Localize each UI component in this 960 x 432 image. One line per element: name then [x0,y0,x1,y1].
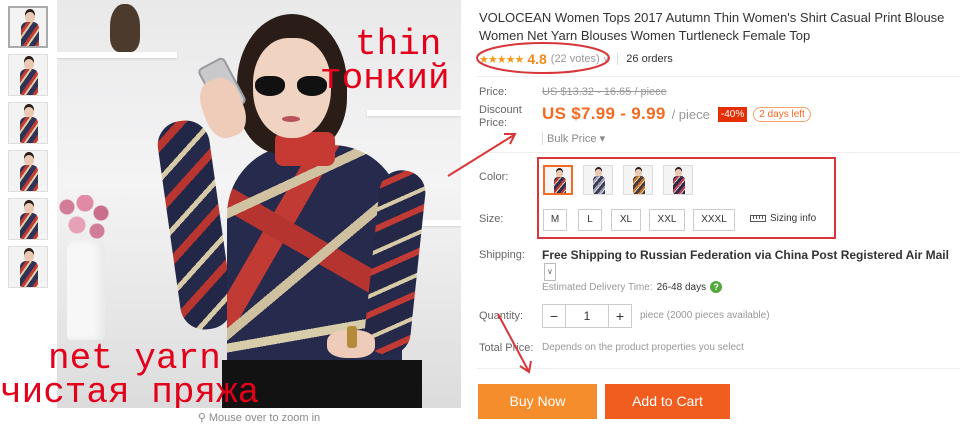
decor-flowers [57,195,115,245]
shipping-text: Free Shipping to Russian Federation via … [542,248,949,262]
buy-now-button[interactable]: Buy Now [478,384,597,419]
estimated-delivery: Estimated Delivery Time: 26-48 days? [542,281,723,293]
size-option-m[interactable]: M [543,209,567,231]
quantity-stepper: − 1 + [542,304,632,328]
swatch-image [554,177,566,193]
product-detail-panel: VOLOCEAN Women Tops 2017 Autumn Thin Wom… [477,0,960,432]
overlay-thin-ru: тонкий [320,58,450,99]
model-lips [282,116,300,122]
decor-bird [110,4,140,52]
sizing-info-link[interactable]: Sizing info [750,213,816,224]
rating-row: ★★★★★ 4.8 (22 votes) ∨ 26 orders [479,50,673,68]
zoom-hint-text: Mouse over to zoom in [208,412,321,424]
thumbnail[interactable] [8,198,48,240]
shipping-label: Shipping: [479,249,525,261]
thumbnail[interactable] [8,102,48,144]
bulk-price-label: Bulk Price [547,133,597,145]
price-label: Price: [479,86,508,98]
size-option-xxl[interactable]: XXL [649,209,685,231]
color-swatch-3[interactable] [623,165,653,195]
votes-link[interactable]: (22 votes) [551,53,600,65]
overlay-yarn-ru: чистая пряжа [0,372,260,413]
color-swatch-2[interactable] [583,165,613,195]
divider [617,53,619,65]
discount-label-line2: Price: [479,117,508,129]
thumbnail-image [20,165,38,191]
watch [347,326,357,348]
star-rating-icon: ★★★★★ [479,53,524,66]
increment-button[interactable]: + [609,305,631,327]
discount-price-row: US $7.99 - 9.99 / piece -40% 2 days left [542,104,811,124]
thumbnail-strip [8,6,52,294]
swatch-image [673,176,685,194]
discount-badge: -40% [717,106,748,122]
discount-label: Discount Price: [479,104,522,130]
shipping-info: Free Shipping to Russian Federation via … [542,247,952,281]
caret-down-icon: ▾ [599,133,606,145]
size-option-l[interactable]: L [578,209,602,231]
orders-count: 26 orders [626,53,673,65]
delivery-time: 26-48 days [656,282,707,293]
original-price: US $13.32 - 16.65 / piece [542,86,667,98]
shelf [367,110,461,116]
color-swatch-1[interactable] [543,165,573,195]
magnifier-icon: ⚲ [197,412,206,424]
size-label: Size: [479,213,504,225]
model-arm [154,117,236,333]
thumbnail[interactable] [8,150,48,192]
chevron-down-icon[interactable]: ∨ [544,263,556,281]
quantity-input[interactable]: 1 [565,305,609,327]
total-price-label: Total Price: [479,342,534,354]
rating-value: 4.8 [527,51,547,67]
quantity-label: Quantity: [479,310,524,322]
chevron-down-icon[interactable]: ∨ [603,54,610,65]
thumbnail-image [21,22,39,46]
thumbnail-image [20,69,38,95]
color-label: Color: [479,171,509,183]
size-option-xxxl[interactable]: XXXL [693,209,735,231]
bulk-price-dropdown[interactable]: Bulk Price ▾ [542,132,605,145]
help-icon[interactable]: ? [710,281,723,293]
product-title: VOLOCEAN Women Tops 2017 Autumn Thin Wom… [479,10,945,43]
swatch-image [633,176,645,194]
ruler-icon [750,214,766,222]
thumbnail[interactable] [8,246,48,288]
discount-price: US $7.99 - 9.99 [542,104,666,123]
price-unit: / piece [671,106,710,122]
thumbnail-image [20,117,38,143]
thumbnail[interactable] [8,54,48,96]
stock-note: piece (2000 pieces available) [640,310,770,321]
divider [477,368,960,369]
divider [477,152,960,153]
color-swatch-4[interactable] [663,165,693,195]
size-option-xl[interactable]: XL [611,209,641,231]
discount-label-line1: Discount [479,104,522,116]
shelf [57,52,177,58]
thumbnail-image [20,261,38,287]
total-price-value: Depends on the product properties you se… [542,342,744,353]
zoom-hint: ⚲ Mouse over to zoom in [57,408,461,430]
decor-vase [67,240,105,340]
thumbnail-image [20,213,38,239]
delivery-label: Estimated Delivery Time: [542,282,653,293]
thumbnail[interactable] [8,6,48,48]
time-left-badge: 2 days left [753,106,811,122]
swatch-image [593,176,605,194]
add-to-cart-button[interactable]: Add to Cart [605,384,730,419]
sizing-info-label: Sizing info [770,213,817,224]
divider [477,76,960,77]
decrement-button[interactable]: − [543,305,565,327]
